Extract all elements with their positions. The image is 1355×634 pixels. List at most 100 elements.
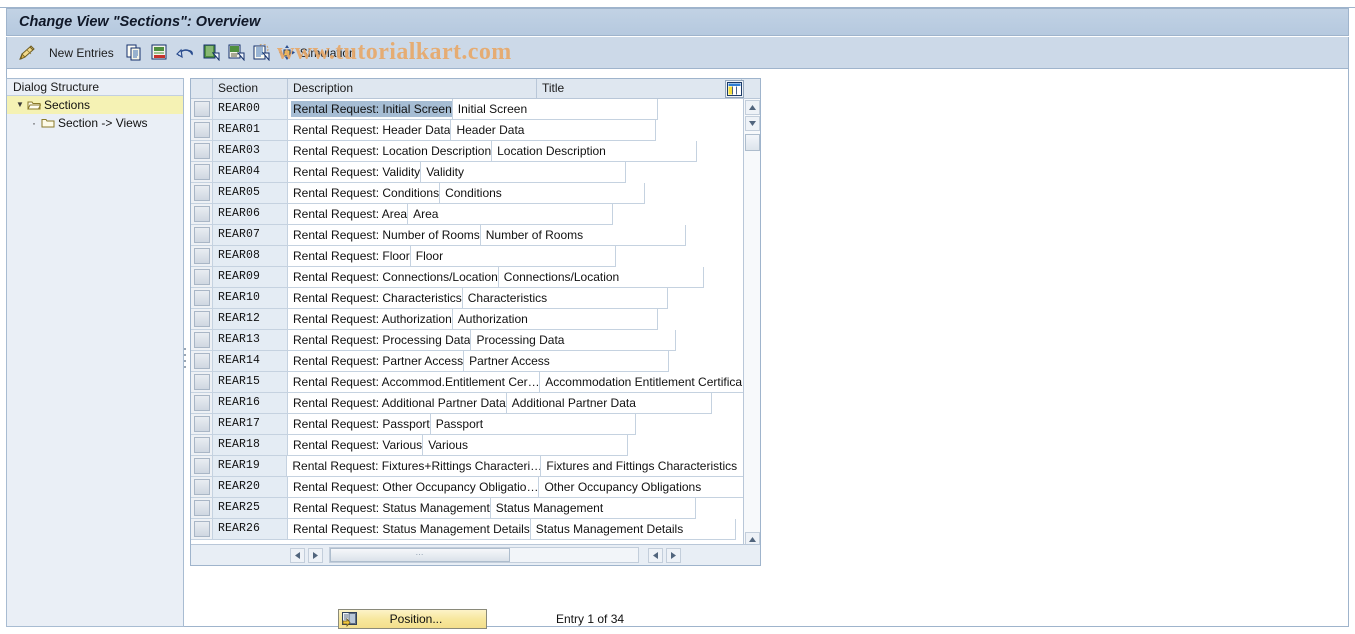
table-row[interactable]: REAR20 Rental Request: Other Occupancy Ob…	[191, 477, 745, 498]
cell-description[interactable]: Rental Request: Passport	[288, 414, 431, 435]
cell-section[interactable]: REAR10	[213, 288, 288, 309]
cell-section[interactable]: REAR01	[213, 120, 288, 141]
cell-title[interactable]: Additional Partner Data	[506, 393, 712, 414]
deselect-all-button[interactable]	[226, 41, 247, 65]
cell-description[interactable]: Rental Request: Characteristics	[288, 288, 463, 309]
column-header-section[interactable]: Section	[213, 79, 288, 99]
row-select-button[interactable]	[191, 498, 213, 519]
cell-description[interactable]: Rental Request: Partner Access	[288, 351, 465, 372]
cell-description[interactable]: Rental Request: Other Occupancy Obligati…	[288, 477, 540, 498]
cell-description[interactable]: Rental Request: Area	[288, 204, 409, 225]
cell-section[interactable]: REAR08	[213, 246, 288, 267]
row-select-button[interactable]	[191, 372, 213, 393]
cell-description[interactable]: Rental Request: Various	[288, 435, 424, 456]
panel-splitter-handle[interactable]	[183, 348, 187, 370]
cell-description[interactable]: Rental Request: Accommod.Entitlement Cer…	[287, 372, 541, 393]
row-select-button[interactable]	[191, 288, 213, 309]
cell-title[interactable]: Location Description	[492, 141, 698, 162]
cell-title[interactable]: Number of Rooms	[480, 225, 686, 246]
table-row[interactable]: REAR15 Rental Request: Accommod.Entitleme…	[191, 372, 745, 393]
cell-title[interactable]: Connections/Location	[498, 267, 704, 288]
cell-section[interactable]: REAR12	[213, 309, 288, 330]
vertical-scroll-thumb[interactable]	[744, 134, 760, 151]
table-row[interactable]: REAR17 Rental Request: Passport Passport	[191, 414, 745, 435]
cell-section[interactable]: REAR26	[213, 519, 288, 540]
table-row[interactable]: REAR18 Rental Request: Various Various	[191, 435, 745, 456]
cell-title[interactable]: Conditions	[440, 183, 646, 204]
row-select-button[interactable]	[191, 477, 213, 498]
table-row[interactable]: REAR10 Rental Request: Characteristics Cha…	[191, 288, 745, 309]
table-row[interactable]: REAR26 Rental Request: Status Management …	[191, 519, 745, 540]
table-row[interactable]: REAR16 Rental Request: Additional Partner…	[191, 393, 745, 414]
row-select-button[interactable]	[191, 414, 213, 435]
cell-section[interactable]: REAR03	[213, 141, 288, 162]
cell-title[interactable]: Processing Data	[471, 330, 677, 351]
cell-section[interactable]: REAR17	[213, 414, 288, 435]
cell-description[interactable]: Rental Request: Status Management Detail…	[288, 519, 531, 540]
row-select-button[interactable]	[191, 120, 213, 141]
table-row[interactable]: REAR03 Rental Request: Location Descripti…	[191, 141, 745, 162]
cell-description[interactable]: Rental Request: Header Data	[288, 120, 452, 141]
table-row[interactable]: REAR00 Rental Request: Initial Screen Init…	[191, 99, 745, 120]
horizontal-scroll-thumb[interactable]: ⋯	[330, 548, 510, 562]
cell-section[interactable]: REAR06	[213, 204, 288, 225]
cell-section[interactable]: REAR16	[213, 393, 288, 414]
cell-section[interactable]: REAR07	[213, 225, 288, 246]
delete-button[interactable]	[149, 41, 170, 65]
cell-title[interactable]: Authorization	[452, 309, 658, 330]
sidebar-item-section-views[interactable]: · Section -> Views	[7, 114, 183, 132]
select-all-column-header[interactable]	[191, 79, 213, 99]
table-row[interactable]: REAR07 Rental Request: Number of Rooms Num…	[191, 225, 745, 246]
cell-description[interactable]: Rental Request: Validity	[288, 162, 422, 183]
cell-title[interactable]: Accommodation Entitlement Certifica	[540, 372, 745, 393]
copy-as-button[interactable]	[124, 41, 145, 65]
cell-description[interactable]: Rental Request: Conditions	[288, 183, 441, 204]
row-select-button[interactable]	[191, 141, 213, 162]
table-row[interactable]: REAR05 Rental Request: Conditions Conditio…	[191, 183, 745, 204]
scroll-page-left-button[interactable]	[648, 547, 663, 563]
row-select-button[interactable]	[191, 351, 213, 372]
cell-description[interactable]: Rental Request: Location Description	[288, 141, 493, 162]
cell-title[interactable]: Status Management	[490, 498, 696, 519]
cell-description[interactable]: Rental Request: Processing Data	[288, 330, 472, 351]
table-horizontal-scrollbar[interactable]: ⋯	[191, 544, 760, 565]
cell-section[interactable]: REAR00	[213, 99, 288, 120]
scroll-up-button[interactable]	[744, 100, 760, 115]
cell-section[interactable]: REAR15	[212, 372, 288, 393]
table-row[interactable]: REAR12 Rental Request: Authorization Autho…	[191, 309, 745, 330]
cell-section[interactable]: REAR13	[213, 330, 288, 351]
cell-section[interactable]: REAR20	[213, 477, 288, 498]
cell-title[interactable]: Partner Access	[464, 351, 670, 372]
row-select-button[interactable]	[191, 204, 213, 225]
row-select-button[interactable]	[191, 519, 213, 540]
cell-description[interactable]: Rental Request: Fixtures+Rittings Charac…	[287, 456, 542, 477]
cell-title[interactable]: Validity	[421, 162, 627, 183]
cell-title[interactable]: Various	[423, 435, 629, 456]
table-settings-button[interactable]	[725, 80, 744, 98]
row-select-button[interactable]	[191, 456, 213, 477]
position-button[interactable]: Position...	[338, 609, 487, 629]
cell-title[interactable]: Other Occupancy Obligations	[539, 477, 745, 498]
simulation-button[interactable]: Simulation	[276, 41, 362, 65]
cell-section[interactable]: REAR18	[213, 435, 288, 456]
select-block-button[interactable]	[251, 41, 272, 65]
scroll-down-button[interactable]	[744, 116, 760, 131]
cell-description[interactable]: Rental Request: Connections/Location	[288, 267, 499, 288]
chevron-down-icon[interactable]: ▼	[13, 96, 27, 114]
table-row[interactable]: REAR04 Rental Request: Validity Validity	[191, 162, 745, 183]
undo-button[interactable]	[174, 41, 197, 65]
cell-description[interactable]: Rental Request: Initial Screen	[288, 99, 453, 120]
table-vertical-scrollbar[interactable]	[743, 99, 760, 565]
row-select-button[interactable]	[191, 330, 213, 351]
table-row[interactable]: REAR19 Rental Request: Fixtures+Rittings …	[191, 456, 745, 477]
cell-section[interactable]: REAR09	[213, 267, 288, 288]
cell-title[interactable]: Fixtures and Fittings Characteristics	[541, 456, 745, 477]
cell-description[interactable]: Rental Request: Number of Rooms	[288, 225, 481, 246]
cell-title[interactable]: Area	[408, 204, 614, 225]
cell-description[interactable]: Rental Request: Additional Partner Data	[288, 393, 507, 414]
horizontal-scroll-track[interactable]: ⋯	[329, 547, 639, 563]
row-select-button[interactable]	[191, 393, 213, 414]
table-row[interactable]: REAR14 Rental Request: Partner Access Part…	[191, 351, 745, 372]
row-select-button[interactable]	[191, 225, 213, 246]
row-select-button[interactable]	[191, 99, 213, 120]
